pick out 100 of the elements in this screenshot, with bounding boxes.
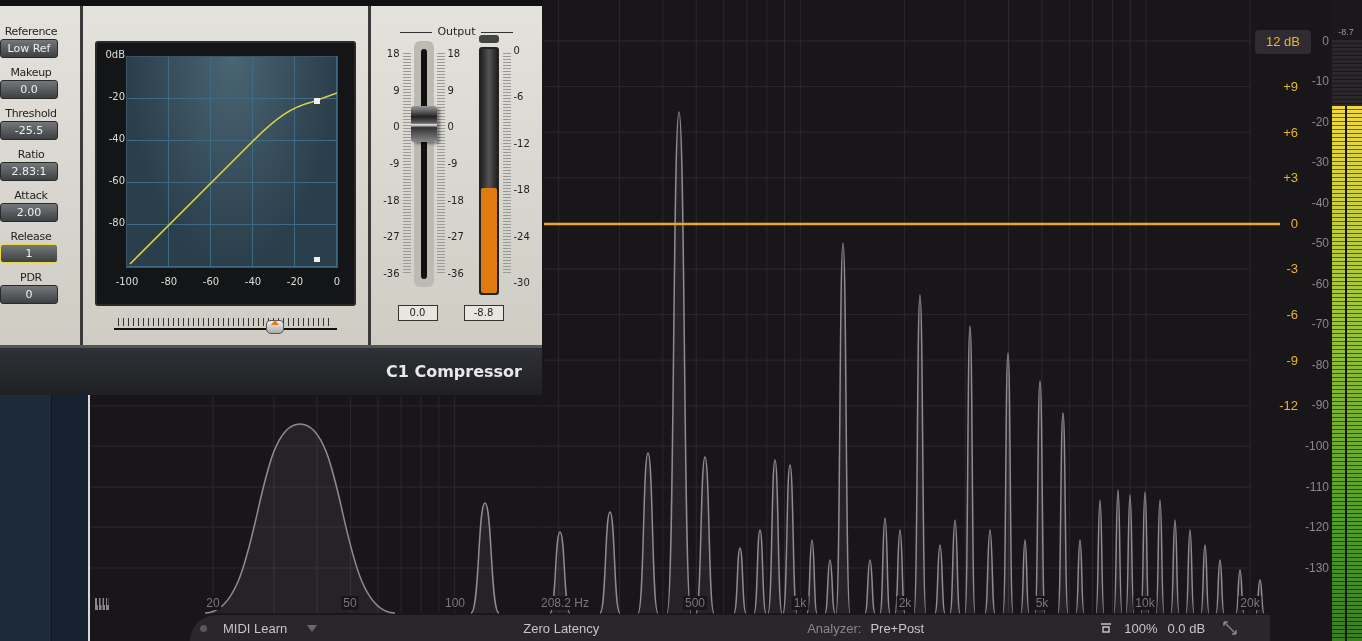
frequency-label: 2k	[896, 596, 914, 610]
parameter-field[interactable]: 2.00	[0, 203, 58, 222]
midi-learn-button[interactable]: MIDI Learn	[223, 620, 288, 636]
gain-label: +9	[1282, 78, 1298, 96]
scale-label: -9	[447, 157, 459, 170]
scale-label: -30	[513, 276, 531, 289]
axis-label: -20	[285, 275, 305, 289]
axis-label: 0dB	[104, 49, 126, 62]
frequency-label: 100	[443, 596, 467, 610]
fader-value[interactable]: 0.0	[397, 305, 438, 321]
frequency-label: 10k	[1133, 596, 1157, 610]
frequency-label: 208.2 Hz	[539, 596, 591, 610]
plugin-title: C1 Compressor	[386, 362, 522, 381]
scale-label: -27	[382, 231, 400, 244]
parameter-field[interactable]: 1	[0, 244, 58, 263]
gain-label: +3	[1282, 169, 1298, 188]
meter-reading: -8.8	[463, 305, 504, 321]
axis-label: 0	[332, 275, 342, 289]
frequency-label: 1k	[791, 596, 809, 610]
db-label: -30	[1310, 154, 1329, 172]
scale-label: 0	[447, 121, 455, 134]
axis-label: -40	[243, 275, 263, 289]
parameter-field[interactable]: Low Ref	[0, 39, 58, 58]
analyzer-mode[interactable]: Pre+Post	[870, 620, 925, 636]
parameter-field[interactable]: 0.0	[0, 80, 58, 99]
db-label: -50	[1310, 235, 1329, 253]
scale-label: 9	[447, 84, 455, 97]
scale-label: -9	[388, 157, 400, 170]
parameter-field[interactable]: -25.5	[0, 121, 58, 140]
analyzer-label: Analyzer:	[807, 620, 862, 636]
scale-label: 9	[392, 84, 400, 97]
range-button[interactable]: 12 dB	[1255, 30, 1311, 54]
parameter-label: Release	[9, 230, 53, 244]
scale-label: -36	[447, 267, 465, 280]
db-label: -130	[1303, 559, 1329, 577]
frequency-label: 20k	[1238, 596, 1262, 610]
section-title: Output	[437, 25, 476, 39]
meter-cap	[478, 35, 499, 43]
axis-label: -100	[114, 275, 140, 289]
gain-value[interactable]: 0.0 dB	[1167, 620, 1206, 636]
scale-label: -24	[513, 230, 531, 243]
frequency-label: 50	[341, 596, 359, 610]
midi-indicator-icon	[200, 624, 207, 632]
db-label: -120	[1303, 519, 1329, 537]
scale-label: 18	[447, 48, 462, 60]
gain-label: 0	[1289, 214, 1298, 233]
db-label: -20	[1310, 113, 1329, 131]
parameter-label: Attack	[13, 189, 49, 203]
knee-handle[interactable]	[314, 98, 320, 104]
caret-icon[interactable]	[307, 624, 318, 632]
zoom-value[interactable]: 100%	[1124, 620, 1158, 636]
db-label: -40	[1310, 194, 1329, 212]
scale-label: 0	[513, 45, 521, 57]
scale-label: -18	[447, 194, 465, 207]
gain-label: -12	[1278, 397, 1298, 416]
piano-icon[interactable]	[95, 598, 109, 610]
parameter-field[interactable]: 0	[0, 285, 58, 304]
snap-icon[interactable]	[1101, 623, 1112, 633]
frequency-label: 500	[683, 596, 707, 610]
latency-mode[interactable]: Zero Latency	[523, 620, 600, 636]
db-label: -70	[1310, 316, 1329, 334]
peak-reading: -8.7	[1337, 26, 1355, 38]
scale-label: -12	[513, 137, 531, 150]
axis-label: -20	[107, 91, 126, 104]
axis-label: -80	[107, 217, 126, 230]
db-label: -110	[1304, 478, 1329, 496]
gain-label: +6	[1282, 123, 1298, 142]
parameter-label: Makeup	[9, 66, 53, 80]
floor-handle[interactable]	[314, 257, 320, 262]
scale-label: -6	[513, 91, 525, 104]
axis-label: -40	[107, 133, 126, 146]
parameter-label: PDR	[19, 271, 43, 285]
scale-label: 0	[392, 121, 400, 134]
frequency-label: 5k	[1033, 596, 1051, 610]
parameter-label: Threshold	[4, 107, 58, 121]
parameter-label: Reference	[3, 25, 59, 39]
fader-handle[interactable]	[410, 105, 437, 142]
scale-label: 18	[385, 48, 400, 60]
db-label: 0	[1321, 32, 1329, 50]
gain-label: -3	[1285, 260, 1298, 279]
scale-label: -27	[447, 231, 465, 244]
axis-label: -60	[201, 275, 221, 289]
parameter-field[interactable]: 2.83:1	[0, 162, 58, 181]
scale-label: -36	[382, 267, 400, 280]
axis-label: -80	[159, 275, 179, 289]
slider-thumb[interactable]	[265, 320, 284, 334]
frequency-label: 20	[204, 596, 222, 610]
db-label: -80	[1310, 356, 1329, 374]
eq-curve-line[interactable]	[544, 222, 1280, 226]
db-label: -90	[1310, 397, 1329, 415]
axis-label: -60	[107, 175, 126, 188]
scale-label: -18	[513, 184, 531, 197]
db-label: -100	[1303, 438, 1329, 455]
gain-label: -6	[1285, 305, 1298, 324]
parameter-label: Ratio	[16, 148, 46, 162]
db-label: -10	[1310, 73, 1329, 91]
db-label: -60	[1310, 275, 1329, 293]
expand-icon[interactable]	[1223, 621, 1238, 635]
scale-label: -18	[382, 194, 400, 207]
gain-label: -9	[1285, 351, 1298, 370]
